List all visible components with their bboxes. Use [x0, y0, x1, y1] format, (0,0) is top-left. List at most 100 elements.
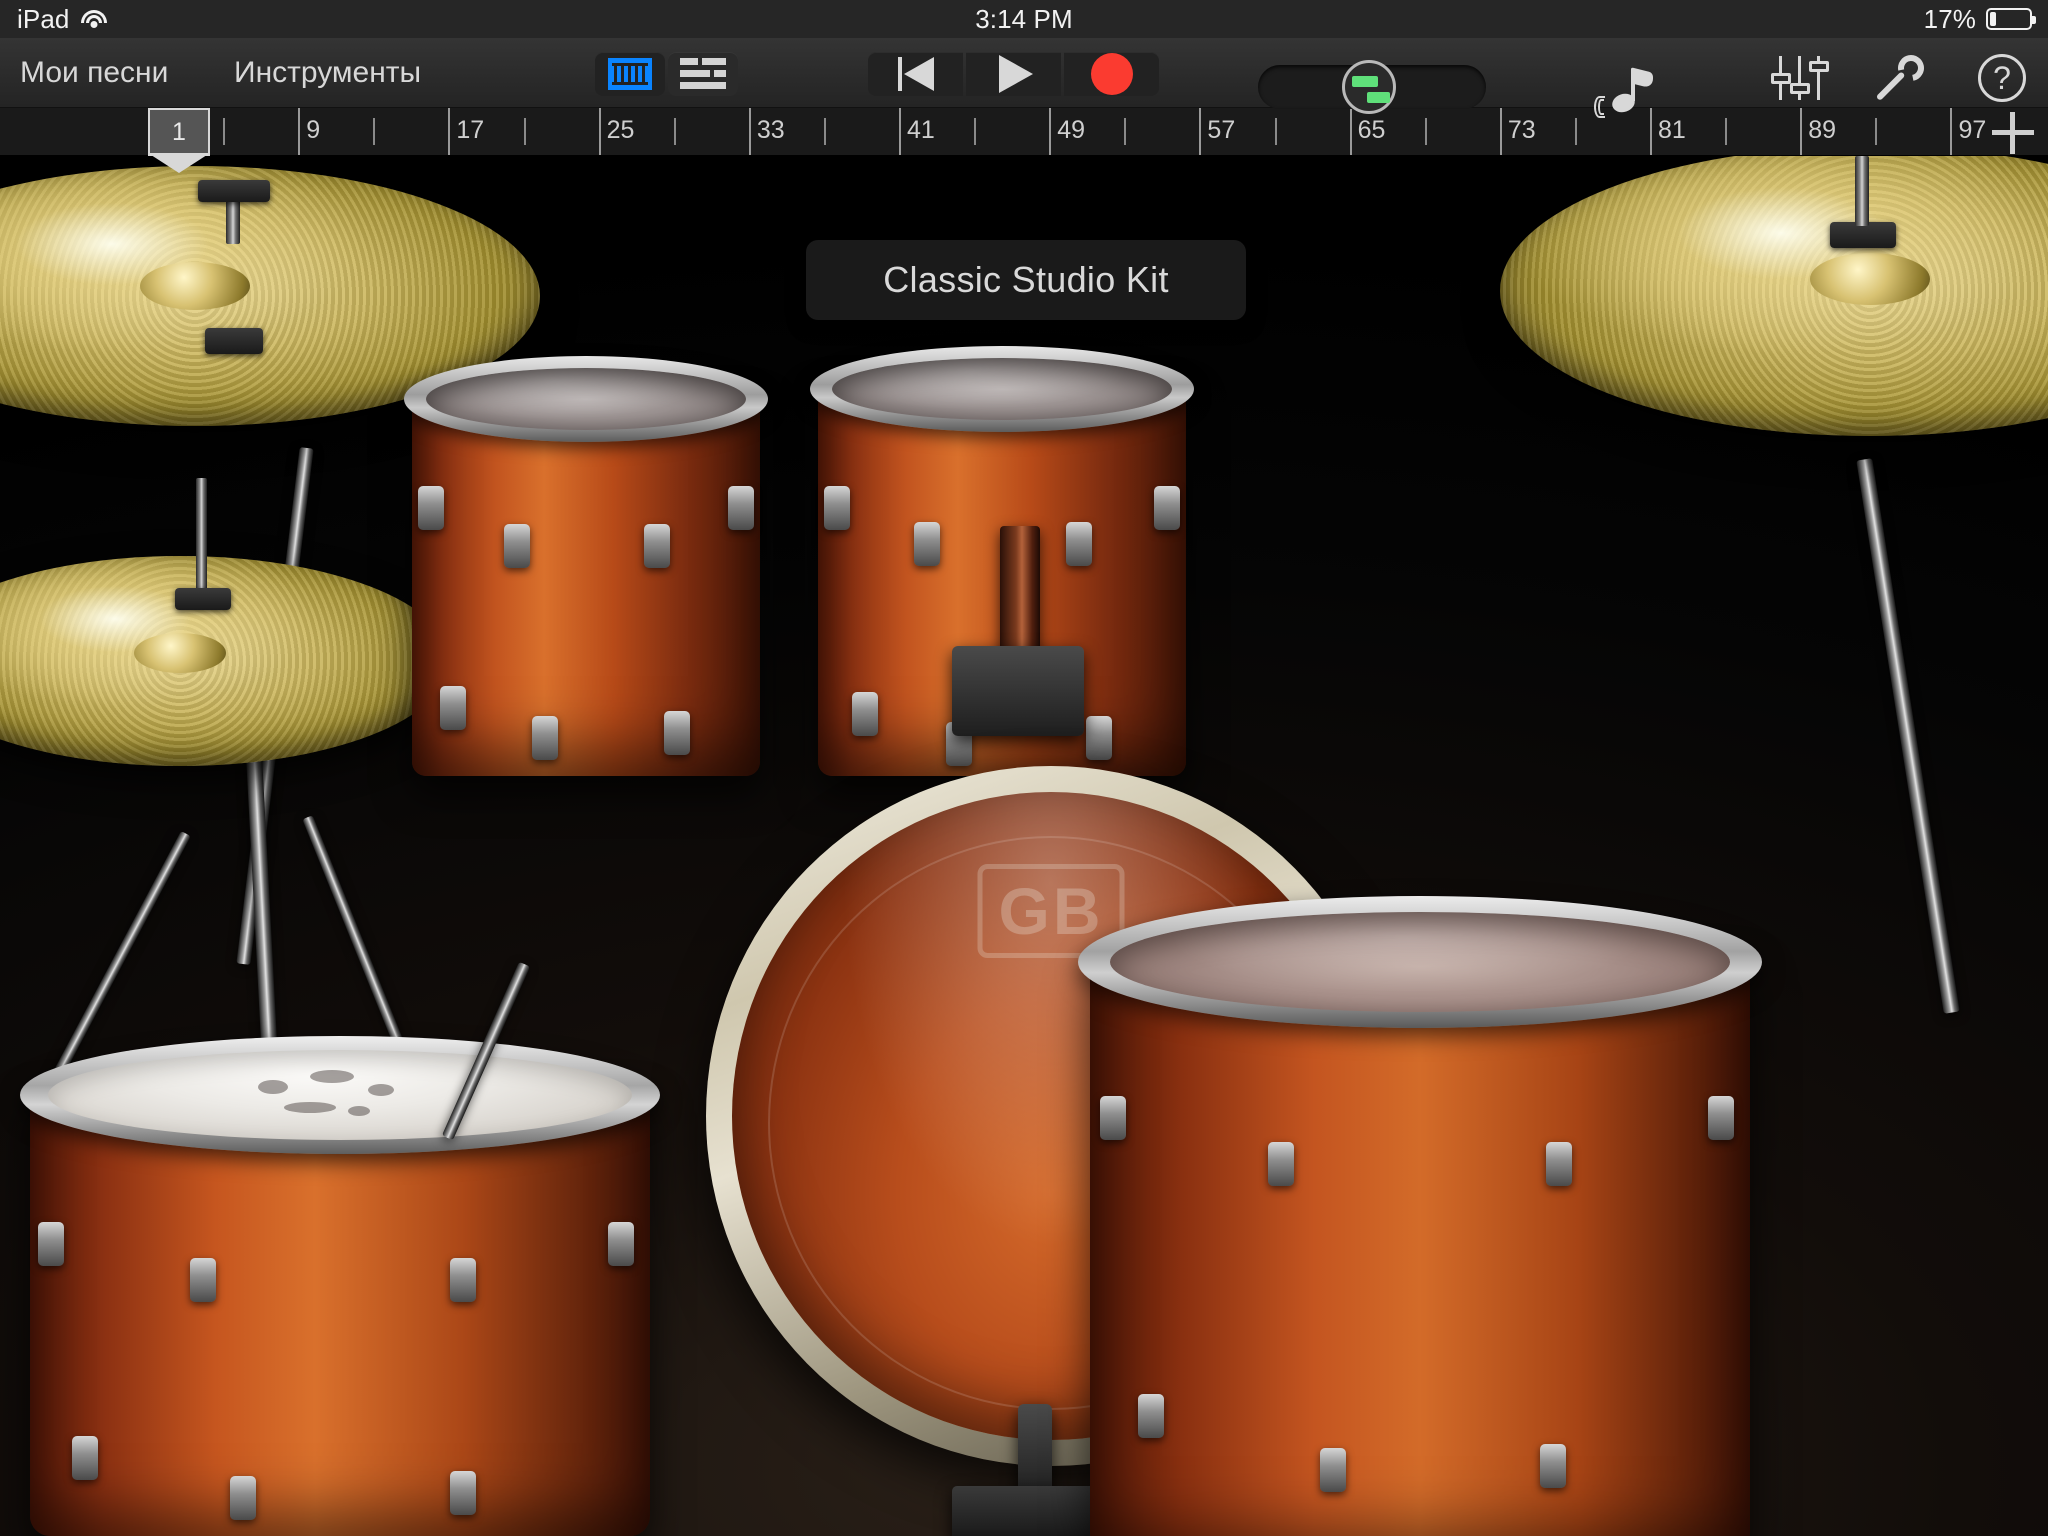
play-icon: [999, 55, 1033, 93]
rack-tom-left-lug: [418, 486, 444, 530]
status-bar: iPad 3:14 PM 17%: [0, 0, 2048, 38]
rack-tom-right-lug: [1066, 522, 1092, 566]
mixer-faders-icon[interactable]: [1771, 56, 1829, 100]
rack-tom-right-lug: [914, 522, 940, 566]
rack-tom-right-lug: [1154, 486, 1180, 530]
hihat-bell: [134, 632, 226, 673]
crash-right-rod: [1855, 156, 1869, 226]
ruler-tick-minor: [1274, 118, 1277, 145]
snare-drum[interactable]: [20, 1036, 660, 1536]
ruler-tick-minor: [1725, 118, 1728, 145]
floor-tom[interactable]: [1078, 896, 1762, 1536]
hihat-rod: [196, 478, 207, 598]
help-question-icon[interactable]: ?: [1978, 54, 2026, 102]
ruler-tick-minor: [223, 118, 226, 145]
floor-tom-lug: [1708, 1096, 1734, 1140]
rewind-to-start-icon: [897, 57, 934, 91]
crash-left-nut: [205, 328, 263, 354]
timeline-ruler[interactable]: 1 9 17 25 33 41 49 57 65 73 81 89 97 1: [0, 108, 2048, 173]
ruler-ticks: 1 9 17 25 33 41 49 57 65 73 81 89 97: [148, 108, 1988, 155]
record-icon: [1090, 53, 1133, 95]
view-mode-toggle-group: [595, 52, 738, 96]
snare-lug: [230, 1476, 256, 1520]
ruler-bar-label: 41: [907, 116, 935, 144]
ruler-tick-minor: [1875, 118, 1878, 145]
garageband-drums-screen: iPad 3:14 PM 17% Мои песни Инструменты ?…: [0, 0, 2048, 1536]
ruler-bar-label: 89: [1808, 116, 1837, 144]
ruler-tick-minor: [523, 118, 526, 145]
drum-kit-stage[interactable]: GB: [0, 156, 2048, 1536]
snare-lug: [72, 1436, 98, 1480]
floor-tom-lug: [1540, 1444, 1566, 1488]
rack-tom-left-lug: [728, 486, 754, 530]
rack-tom-right-head[interactable]: [832, 358, 1172, 420]
crash-right-bell: [1810, 253, 1930, 306]
crash-left-bell: [140, 261, 250, 310]
snare-lug: [608, 1222, 634, 1266]
snare-lug: [38, 1222, 64, 1266]
ruler-tick-minor: [373, 118, 376, 145]
display-mode-knob-icon[interactable]: [1342, 60, 1396, 114]
metronome-button[interactable]: [1594, 67, 1658, 118]
play-button[interactable]: [966, 52, 1061, 96]
status-bar-right: 17%: [1923, 3, 2036, 35]
instruments-label: Инструменты: [234, 56, 422, 89]
kit-name-label[interactable]: Classic Studio Kit: [806, 240, 1246, 320]
rack-tom-left-lug: [504, 524, 530, 568]
battery-percent-label: 17%: [1923, 3, 1976, 34]
record-button[interactable]: [1064, 52, 1159, 96]
rack-tom-left[interactable]: [404, 356, 768, 776]
add-track-plus-icon[interactable]: [1992, 112, 2034, 154]
playhead-triangle-icon: [148, 153, 210, 173]
transport-controls: [868, 52, 1159, 96]
battery-icon: [1986, 8, 2036, 30]
toolbar-right-icons: ?: [1771, 49, 2026, 102]
instruments-button[interactable]: Инструменты: [228, 38, 427, 108]
ruler-bar-label: 49: [1057, 116, 1086, 144]
ruler-bar-label: 65: [1357, 116, 1386, 144]
crash-left-wingnut: [198, 180, 270, 202]
snare-lug: [450, 1471, 476, 1515]
playhead-position-label: 1: [172, 118, 186, 146]
track-view-button[interactable]: [668, 52, 738, 96]
ruler-tick-minor: [823, 118, 826, 145]
ruler-bar-label: 9: [306, 116, 321, 144]
snare-head[interactable]: [48, 1050, 632, 1140]
metronome-waves-icon: [1594, 96, 1610, 118]
ruler-bar-label: 97: [1958, 116, 1987, 144]
main-toolbar: Мои песни Инструменты ?: [0, 38, 2048, 118]
kick-pedal[interactable]: [952, 1486, 1112, 1536]
floor-tom-head[interactable]: [1110, 912, 1730, 1012]
tom-mount-block: [952, 646, 1084, 736]
snare-lug: [190, 1258, 216, 1302]
playhead-marker[interactable]: 1: [148, 108, 210, 173]
crash-cymbal-right[interactable]: [1500, 156, 2048, 436]
rack-tom-left-lug: [664, 711, 690, 755]
clock-time: 3:14 PM: [975, 3, 1073, 34]
crash-right-stand: [1856, 458, 1960, 1014]
rack-tom-left-lug: [644, 524, 670, 568]
status-bar-center: 3:14 PM: [0, 4, 2048, 35]
ruler-bar-label: 57: [1207, 116, 1236, 144]
ruler-tick-minor: [673, 118, 676, 145]
ruler-bar-label: 81: [1658, 116, 1686, 144]
rack-tom-right-lug: [824, 486, 850, 530]
ruler-bar-label: 33: [756, 116, 785, 144]
rewind-button[interactable]: [868, 52, 963, 96]
ruler-tick-minor: [1124, 118, 1127, 145]
floor-tom-lug: [1320, 1448, 1346, 1492]
my-songs-label: Мои песни: [20, 56, 169, 89]
ruler-tick-minor: [1424, 118, 1427, 145]
wrench-icon[interactable]: [1875, 49, 1930, 102]
ruler-bar-label: 17: [456, 116, 485, 144]
floor-tom-lug: [1100, 1096, 1126, 1140]
ruler-bar-label: 73: [1507, 116, 1536, 144]
floor-tom-lug: [1546, 1142, 1572, 1186]
instrument-view-button[interactable]: [595, 52, 665, 96]
track-view-icon: [680, 57, 726, 91]
floor-tom-lug: [1138, 1394, 1164, 1438]
floor-tom-lug: [1268, 1142, 1294, 1186]
my-songs-button[interactable]: Мои песни: [14, 38, 174, 108]
rack-tom-left-head[interactable]: [426, 368, 746, 430]
ruler-bar-label: 25: [606, 116, 635, 144]
